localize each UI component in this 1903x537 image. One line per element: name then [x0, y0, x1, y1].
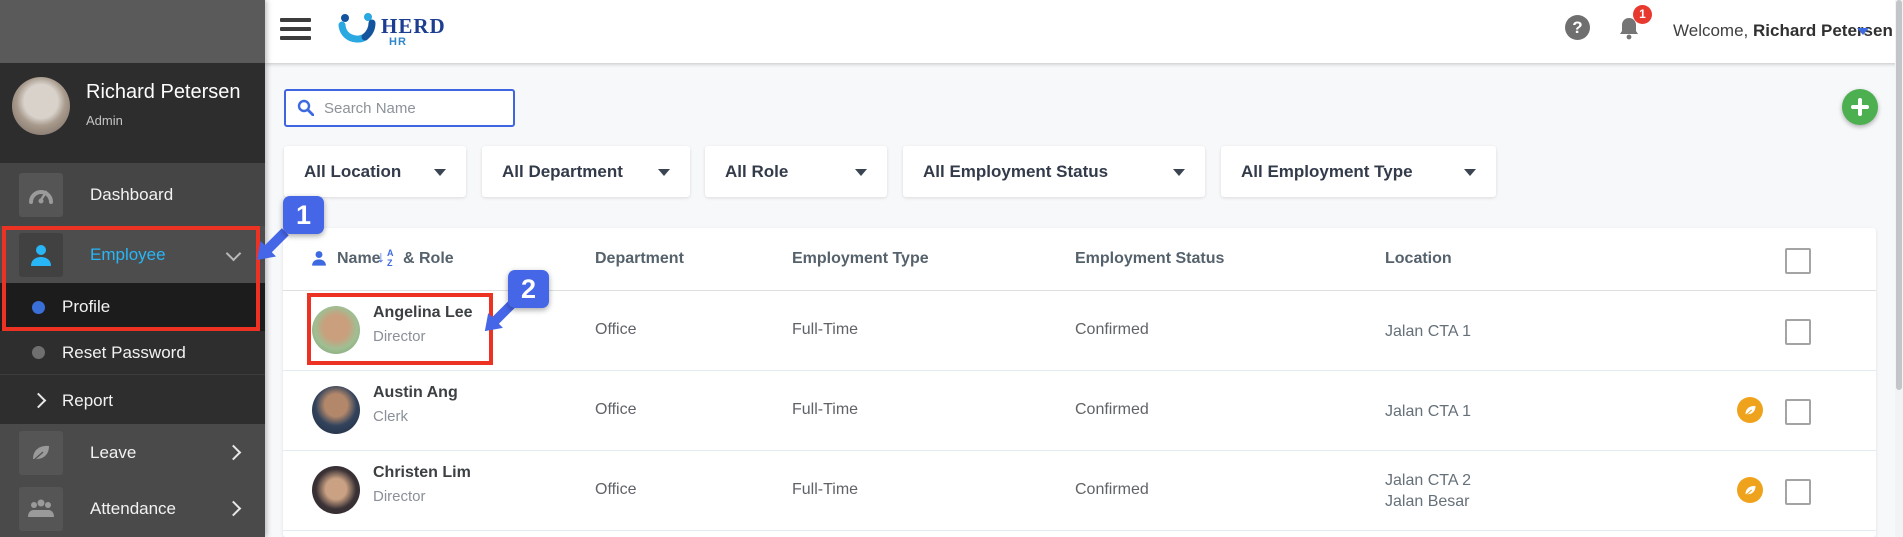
caret-down-icon — [434, 169, 446, 176]
sidebar-item-reset-password[interactable]: Reset Password — [0, 331, 265, 374]
cell-department: Office — [595, 401, 637, 419]
annotation-box-employee-row — [307, 293, 493, 365]
leave-leaf-icon — [19, 431, 63, 475]
column-header-employment-status[interactable]: Employment Status — [1075, 250, 1224, 268]
chevron-right-icon — [226, 445, 242, 461]
top-bar: HERD HR ? 1 Welcome, Richard Petersen — [265, 0, 1903, 63]
row-checkbox[interactable] — [1785, 399, 1811, 425]
scrollbar-thumb[interactable] — [1896, 0, 1902, 390]
dashboard-gauge-icon — [19, 173, 63, 217]
annotation-step-2: 2 — [508, 270, 549, 308]
search-icon — [297, 99, 314, 116]
column-header-location[interactable]: Location — [1385, 250, 1452, 268]
sidebar-item-label: Dashboard — [90, 185, 173, 205]
chevron-right-icon — [226, 501, 242, 517]
notification-count-badge: 1 — [1633, 5, 1652, 24]
avatar — [312, 466, 360, 514]
employee-role: Director — [373, 488, 426, 505]
cell-department: Office — [595, 481, 637, 499]
sidebar-item-label: Leave — [90, 443, 136, 463]
column-header-role[interactable]: & Role — [403, 250, 454, 268]
caret-down-icon — [1464, 169, 1476, 176]
cell-employment-status: Confirmed — [1075, 481, 1149, 499]
cell-employment-status: Confirmed — [1075, 401, 1149, 419]
logo-subtext: HR — [389, 36, 407, 48]
search-box — [284, 89, 515, 127]
filter-label: All Employment Type — [1241, 162, 1413, 182]
cell-location: Jalan CTA 1 — [1385, 401, 1471, 422]
employee-name[interactable]: Austin Ang — [373, 384, 458, 402]
caret-down-icon — [1173, 169, 1185, 176]
sidebar-item-dashboard[interactable]: Dashboard — [0, 163, 265, 226]
plus-icon — [1851, 98, 1869, 116]
person-icon — [310, 249, 328, 267]
filter-label: All Location — [304, 162, 401, 182]
column-header-name[interactable]: Name — [337, 250, 381, 268]
app-logo: HERD HR — [337, 8, 527, 54]
sidebar-item-leave[interactable]: Leave — [0, 424, 265, 481]
cell-employment-status: Confirmed — [1075, 321, 1149, 339]
welcome-text: Welcome, — [1673, 21, 1748, 40]
on-leave-badge-icon — [1737, 397, 1763, 423]
app-screen: HERD HR ? 1 Welcome, Richard Petersen Ri… — [0, 0, 1903, 537]
filter-role[interactable]: All Role — [705, 146, 887, 197]
cell-employment-type: Full-Time — [792, 321, 858, 339]
search-input[interactable] — [322, 93, 506, 123]
cell-department: Office — [595, 321, 637, 339]
select-all-checkbox[interactable] — [1785, 248, 1811, 274]
sidebar-item-report[interactable]: Report — [0, 374, 265, 425]
sidebar-item-label: Report — [62, 391, 113, 411]
logo-smile-icon — [337, 12, 377, 46]
cell-employment-type: Full-Time — [792, 481, 858, 499]
sidebar-user-block: Richard Petersen Admin — [0, 63, 265, 163]
sort-az-icon[interactable]: ↓ A Z — [377, 248, 399, 270]
sidebar-user-name: Richard Petersen — [86, 81, 241, 104]
annotation-step-1: 1 — [283, 196, 324, 234]
cell-location: Jalan CTA 1 — [1385, 321, 1471, 342]
on-leave-badge-icon — [1737, 477, 1763, 503]
table-row[interactable]: Christen Lim Director Office Full-Time C… — [283, 450, 1876, 531]
column-header-department[interactable]: Department — [595, 250, 684, 268]
employee-role: Clerk — [373, 408, 408, 425]
attendance-people-icon — [19, 487, 63, 531]
avatar — [312, 386, 360, 434]
vertical-scrollbar[interactable] — [1895, 0, 1903, 537]
row-checkbox[interactable] — [1785, 319, 1811, 345]
caret-down-icon — [855, 169, 867, 176]
user-menu-name: Richard Petersen — [1753, 21, 1893, 40]
filter-label: All Employment Status — [923, 162, 1108, 182]
filter-label: All Department — [502, 162, 623, 182]
row-checkbox[interactable] — [1785, 479, 1811, 505]
add-employee-button[interactable] — [1842, 89, 1878, 125]
cell-employment-type: Full-Time — [792, 401, 858, 419]
filter-employment-status[interactable]: All Employment Status — [903, 146, 1205, 197]
sidebar-item-label: Attendance — [90, 499, 176, 519]
sidebar-item-attendance[interactable]: Attendance — [0, 481, 265, 537]
employee-name[interactable]: Christen Lim — [373, 464, 471, 482]
table-row[interactable]: Austin Ang Clerk Office Full-Time Confir… — [283, 370, 1876, 451]
sidebar-user-role: Admin — [86, 113, 123, 128]
help-icon[interactable]: ? — [1565, 15, 1590, 40]
annotation-box-employee-menu — [2, 226, 260, 331]
caret-down-icon — [658, 169, 670, 176]
avatar — [12, 77, 70, 135]
column-header-employment-type[interactable]: Employment Type — [792, 250, 929, 268]
sidebar-item-label: Reset Password — [62, 343, 186, 363]
filter-department[interactable]: All Department — [482, 146, 690, 197]
bullet-icon — [32, 346, 45, 359]
filter-label: All Role — [725, 162, 788, 182]
chevron-right-icon — [31, 393, 47, 409]
filter-location[interactable]: All Location — [284, 146, 466, 197]
help-glyph: ? — [1572, 18, 1582, 37]
filter-employment-type[interactable]: All Employment Type — [1221, 146, 1496, 197]
cell-location: Jalan CTA 2 Jalan Besar — [1385, 470, 1471, 512]
hamburger-menu-icon[interactable] — [280, 18, 311, 44]
sidebar-top-strip — [0, 0, 265, 63]
user-menu-caret-icon[interactable] — [1857, 28, 1869, 35]
